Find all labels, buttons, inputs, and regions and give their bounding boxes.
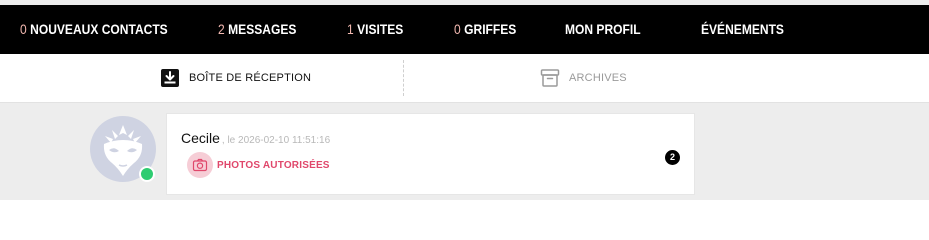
online-status-indicator bbox=[139, 166, 155, 182]
sender-name[interactable]: Cecile bbox=[181, 130, 220, 146]
nav-label: VISITES bbox=[357, 21, 404, 37]
conversation-card[interactable]: Cecile, le 2026-02-10 11:51:16 PHOTOS AU… bbox=[166, 113, 695, 195]
nav-item-new-contacts[interactable]: 0 NOUVEAUX CONTACTS bbox=[20, 5, 168, 54]
nav-item-my-profile[interactable]: MON PROFIL bbox=[565, 5, 641, 54]
sender-line: Cecile, le 2026-02-10 11:51:16 bbox=[181, 130, 330, 148]
archive-box-icon bbox=[540, 68, 560, 88]
page: 0 NOUVEAUX CONTACTS 2 MESSAGES 1 VISITES 0G… bbox=[0, 0, 929, 200]
tab-divider bbox=[403, 60, 404, 96]
photos-allowed-label: PHOTOS AUTORISÉES bbox=[217, 159, 330, 171]
nav-item-messages[interactable]: 2 MESSAGES bbox=[218, 5, 296, 54]
tab-inbox-label: BOÎTE DE RÉCEPTION bbox=[189, 72, 312, 84]
nav-item-claws[interactable]: 0 GRIFFES bbox=[454, 5, 516, 54]
tab-archives[interactable]: ARCHIVES bbox=[540, 54, 627, 102]
nav-label: GRIFFES bbox=[464, 21, 517, 37]
tab-archives-label: ARCHIVES bbox=[569, 72, 627, 84]
nav-count: 0 bbox=[20, 21, 27, 37]
nav-label: MON PROFIL bbox=[565, 21, 641, 37]
unread-count-badge: 2 bbox=[665, 150, 680, 165]
nav-label: NOUVEAUX CONTACTS bbox=[30, 21, 168, 37]
top-navigation: 0 NOUVEAUX CONTACTS 2 MESSAGES 1 VISITES 0G… bbox=[0, 5, 929, 54]
nav-count: 0 bbox=[454, 21, 461, 37]
nav-count: 2 bbox=[218, 21, 225, 37]
nav-label: ÉVÉNEMENTS bbox=[701, 21, 784, 37]
camera-icon bbox=[187, 152, 213, 178]
message-timestamp: , le 2026-02-10 11:51:16 bbox=[221, 135, 331, 146]
tab-inbox[interactable]: BOÎTE DE RÉCEPTION bbox=[160, 54, 311, 102]
photos-allowed-badge: PHOTOS AUTORISÉES bbox=[187, 152, 330, 178]
nav-item-events[interactable]: ÉVÉNEMENTS bbox=[701, 5, 784, 54]
mailbox-tabs: BOÎTE DE RÉCEPTION ARCHIVES bbox=[0, 54, 929, 103]
nav-item-visits[interactable]: 1 VISITES bbox=[347, 5, 403, 54]
nav-count: 1 bbox=[347, 21, 354, 37]
inbox-download-icon bbox=[160, 68, 180, 88]
nav-label: MESSAGES bbox=[228, 21, 297, 37]
